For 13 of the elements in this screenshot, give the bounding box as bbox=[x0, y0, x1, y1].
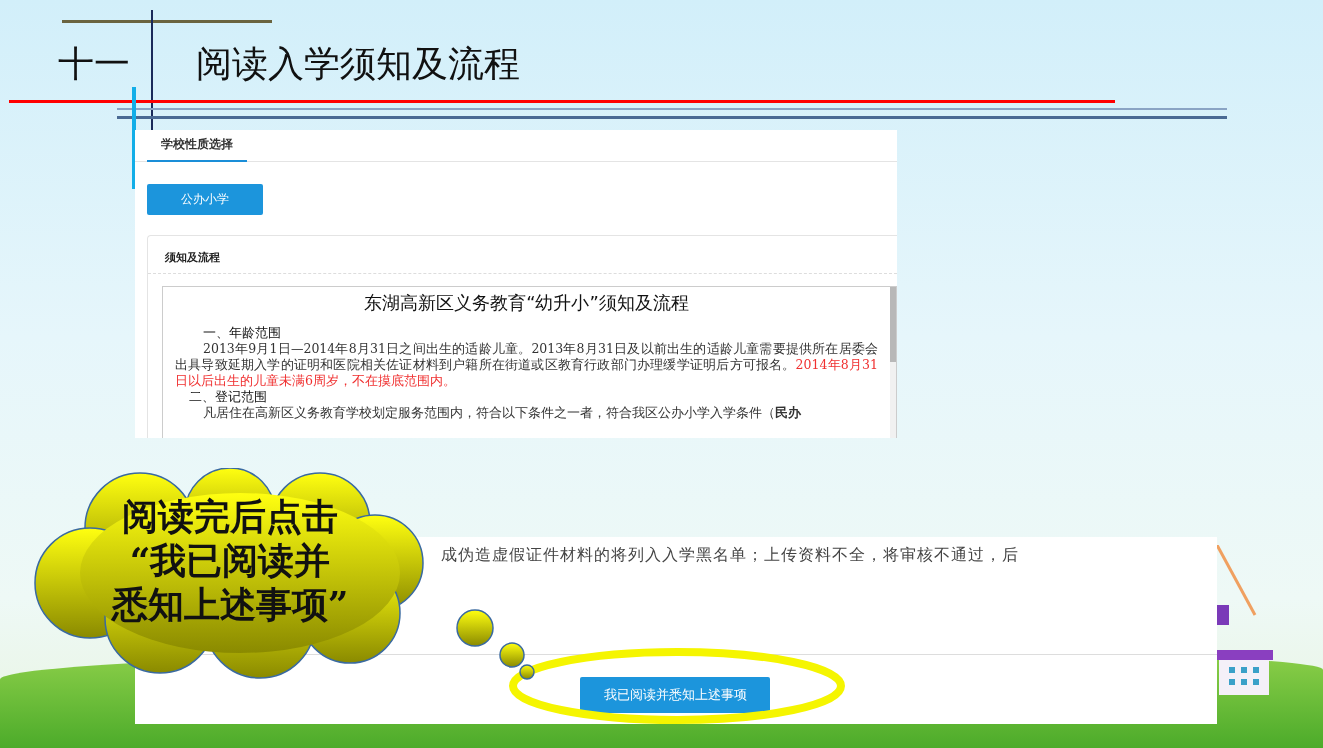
slide-title: 阅读入学须知及流程 bbox=[196, 42, 520, 86]
section-heading: 一、年龄范围 bbox=[202, 325, 282, 341]
school-type-button[interactable]: 公办小学 bbox=[147, 184, 263, 215]
section-title: 须知及流程 bbox=[148, 236, 897, 274]
callout-text: 阅读完后点击 “我已阅读并 悉知上述事项” bbox=[110, 494, 350, 626]
slide-number: 十一 bbox=[58, 42, 130, 86]
notice-text: 成伪造虚假证件材料的将列入入学黑名单；上传资料不全，将审核不通过，后 bbox=[441, 545, 1019, 566]
document-heading: 东湖高新区义务教育“幼升小”须知及流程 bbox=[363, 291, 690, 315]
confirm-button[interactable]: 我已阅读并悉知上述事项 bbox=[580, 677, 770, 713]
paragraph: 凡居住在高新区义务教育学校划定服务范围内，符合以下条件之一者，符合我区公办小学入学条件（民办 bbox=[202, 405, 802, 421]
section-heading: 二、登记范围 bbox=[188, 389, 268, 405]
tab[interactable]: 学校性质选择 bbox=[147, 130, 247, 162]
paragraph: 2013年9月1日—2014年8月31日之间出生的适龄儿童。2013年8月31日及以前出生的适龄儿童需要提供所在居委会出具导致延期入学的证明和医院相关佐证材料到户籍所在街道或区教育行政部门办理缓学证明后方可报名。2014年8月31日以后出生的儿童未满6周岁，不在摸底范围内。 bbox=[175, 341, 878, 389]
